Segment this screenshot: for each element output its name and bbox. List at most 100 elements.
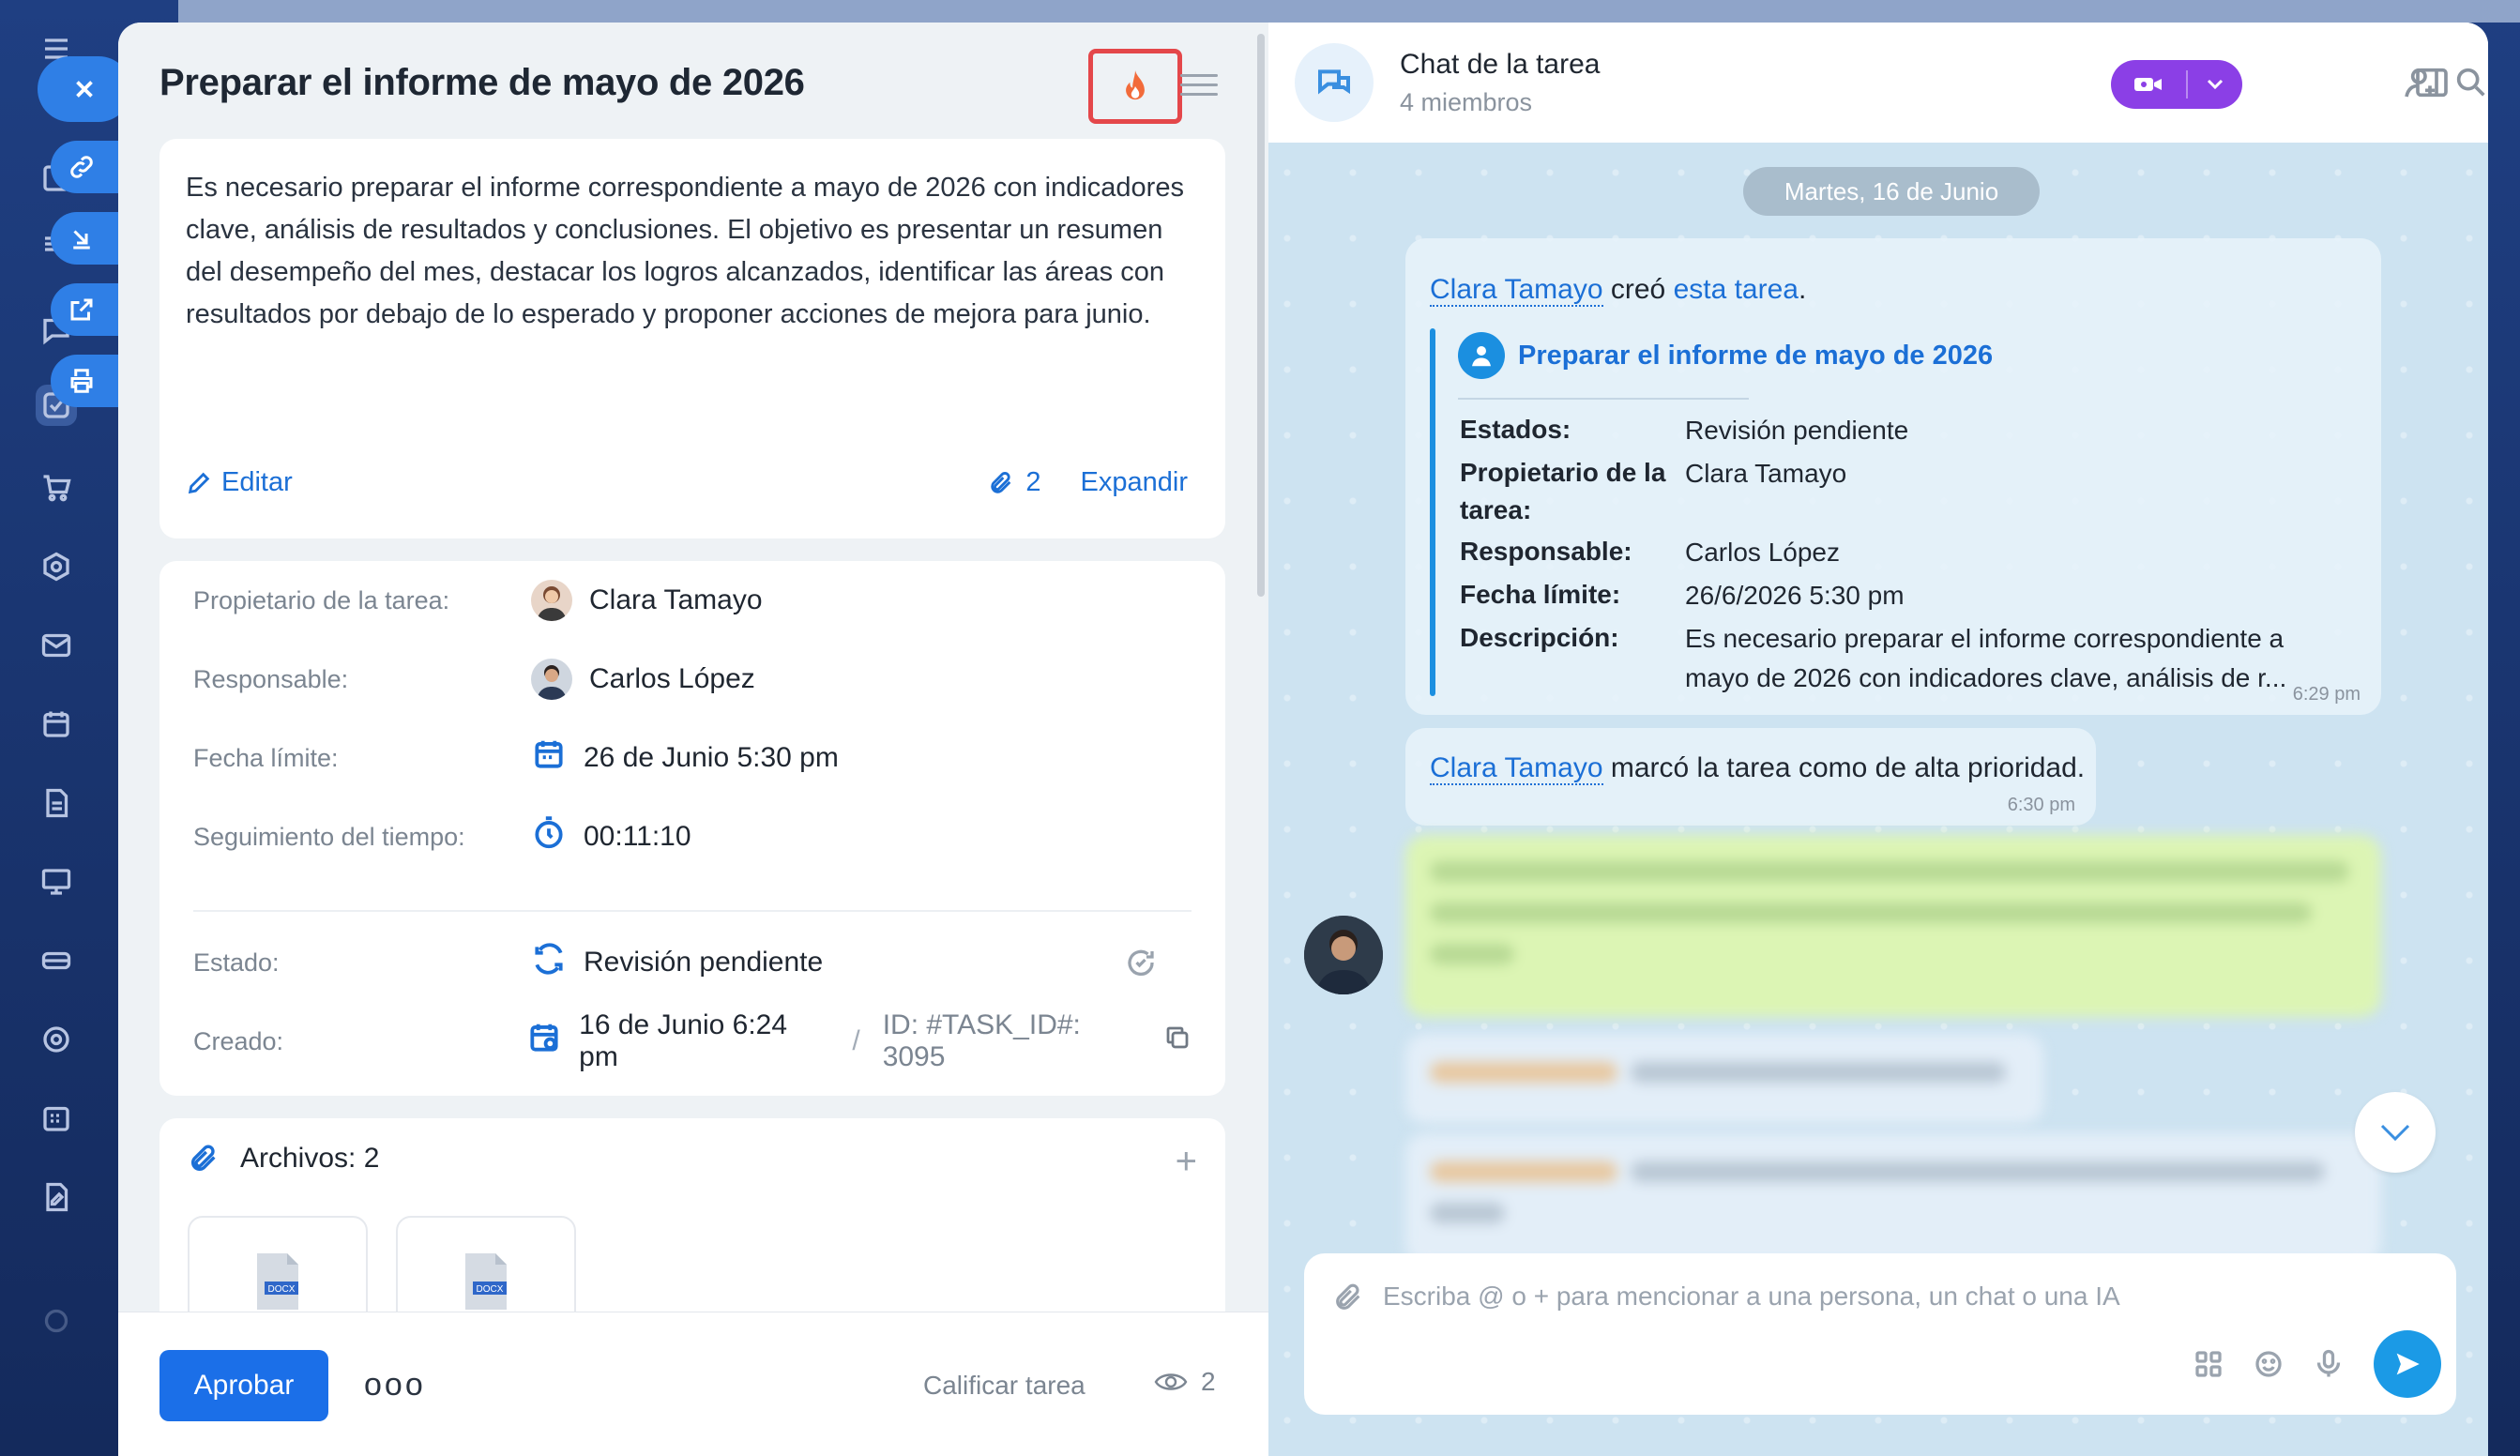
pencil-icon bbox=[188, 472, 210, 493]
eye-icon bbox=[1154, 1373, 1188, 1390]
attach-icon[interactable] bbox=[1332, 1282, 1364, 1318]
files-label: Archivos: 2 bbox=[240, 1143, 380, 1174]
created-label: Creado: bbox=[193, 1026, 284, 1055]
close-slider-button[interactable] bbox=[38, 56, 131, 122]
mail-icon[interactable] bbox=[36, 625, 77, 666]
send-button[interactable] bbox=[2374, 1330, 2441, 1398]
quote-key: Propietario de la tarea: bbox=[1460, 458, 1666, 524]
rate-task-button[interactable]: Calificar tarea bbox=[923, 1371, 1085, 1401]
background-window-strip bbox=[178, 0, 2520, 23]
paperclip-icon bbox=[991, 471, 1011, 493]
copy-icon[interactable] bbox=[1163, 1024, 1192, 1059]
quote-value: 26/6/2026 5:30 pm bbox=[1685, 581, 1905, 610]
author-link[interactable]: Clara Tamayo bbox=[1430, 752, 1603, 785]
video-call-dropdown[interactable] bbox=[2186, 70, 2242, 99]
time-tracking-row: Seguimiento del tiempo: 00:11:10 bbox=[193, 809, 1192, 865]
task-id: ID: #TASK_ID#: 3095 bbox=[882, 1009, 1081, 1072]
responsible-row: Responsable: Carlos López bbox=[193, 651, 1192, 707]
presentation-icon[interactable] bbox=[36, 861, 77, 902]
emoji-icon[interactable] bbox=[2252, 1347, 2285, 1386]
open-new-window-button[interactable] bbox=[51, 283, 122, 336]
responsible-name[interactable]: Carlos López bbox=[589, 663, 755, 695]
quote-value: Clara Tamayo bbox=[1685, 459, 1847, 488]
search-icon[interactable] bbox=[2452, 64, 2488, 101]
task-chat-pane: Chat de la tarea 4 miembros Martes, 16 d… bbox=[1268, 23, 2488, 1456]
quoted-task-title-text: Preparar el informe de mayo de 2026 bbox=[1518, 340, 1994, 371]
attachments-count[interactable]: 2 bbox=[1025, 467, 1040, 498]
quoted-task-title[interactable]: Preparar el informe de mayo de 2026 bbox=[1458, 332, 1993, 379]
add-file-button[interactable]: + bbox=[1176, 1141, 1197, 1183]
document-icon[interactable] bbox=[36, 782, 77, 824]
target-icon[interactable] bbox=[36, 1019, 77, 1060]
menu-icon[interactable] bbox=[1180, 68, 1218, 105]
task-fields-card: Propietario de la tarea: Clara Tamayo Re… bbox=[159, 561, 1225, 1096]
status-row: Estado: Revisión pendiente bbox=[193, 934, 1192, 991]
quote-key: Fecha límite: bbox=[1460, 580, 1621, 609]
link-icon bbox=[70, 156, 93, 178]
edit-label: Editar bbox=[221, 467, 293, 497]
copy-link-button[interactable] bbox=[51, 141, 122, 193]
created-value: 16 de Junio 6:24 pm bbox=[579, 1009, 788, 1072]
print-button[interactable] bbox=[51, 355, 122, 407]
stopwatch-icon bbox=[531, 815, 567, 858]
settings-icon[interactable] bbox=[36, 1300, 77, 1342]
status-value: Revisión pendiente bbox=[584, 947, 824, 978]
chat-title[interactable]: Chat de la tarea bbox=[1400, 49, 1600, 81]
apps-grid-icon[interactable] bbox=[2192, 1347, 2225, 1386]
hexagon-icon[interactable] bbox=[36, 546, 77, 587]
attachments-summary: 2 Expandir bbox=[988, 467, 1188, 498]
high-priority-toggle[interactable] bbox=[1088, 49, 1182, 124]
microphone-icon[interactable] bbox=[2312, 1347, 2345, 1386]
chat-bubbles-icon bbox=[1318, 69, 1350, 95]
task-link[interactable]: esta tarea bbox=[1674, 274, 1799, 305]
chevron-down-icon bbox=[2207, 79, 2224, 90]
calendar-icon[interactable] bbox=[36, 704, 77, 745]
responsible-avatar[interactable] bbox=[531, 659, 572, 700]
task-footer: Aprobar ooo Calificar tarea 2 bbox=[118, 1312, 1268, 1456]
video-call-button[interactable] bbox=[2111, 60, 2242, 109]
time-tracking-label: Seguimiento del tiempo: bbox=[193, 822, 465, 851]
chat-members[interactable]: 4 miembros bbox=[1400, 88, 1532, 117]
external-link-icon bbox=[70, 298, 93, 321]
edit-button[interactable]: Editar bbox=[186, 467, 293, 498]
message-input[interactable]: Escriba @ o + para mencionar a una perso… bbox=[1383, 1282, 2120, 1312]
minimize-button[interactable] bbox=[51, 212, 122, 265]
owner-name[interactable]: Clara Tamayo bbox=[589, 584, 763, 616]
grid-calendar-icon[interactable] bbox=[36, 1098, 77, 1139]
docx-file-icon: DOCX bbox=[257, 1253, 298, 1310]
quote-key: Descripción: bbox=[1460, 623, 1619, 652]
status-label: Estado: bbox=[193, 948, 280, 977]
id-separator: / bbox=[852, 1025, 860, 1056]
refresh-status-icon bbox=[531, 941, 567, 984]
status-history-icon[interactable] bbox=[1124, 934, 1158, 991]
approve-button[interactable]: Aprobar bbox=[159, 1350, 328, 1421]
responsible-label: Responsable: bbox=[193, 664, 349, 693]
viewers-button[interactable]: 2 bbox=[1154, 1367, 1216, 1397]
owner-avatar[interactable] bbox=[531, 580, 572, 621]
quote-divider bbox=[1458, 398, 1749, 400]
time-tracking-value[interactable]: 00:11:10 bbox=[584, 821, 691, 853]
message-time: 6:29 pm bbox=[2292, 684, 2361, 705]
author-link[interactable]: Clara Tamayo bbox=[1430, 274, 1603, 307]
scroll-to-bottom-button[interactable] bbox=[2355, 1092, 2436, 1173]
file-edit-icon[interactable] bbox=[36, 1176, 77, 1218]
message-composer[interactable]: Escriba @ o + para mencionar a una perso… bbox=[1304, 1253, 2456, 1415]
created-row: Creado: 16 de Junio 6:24 pm / ID: #TASK_… bbox=[193, 1009, 1192, 1072]
quote-value: Es necesario preparar el informe corresp… bbox=[1685, 624, 2287, 692]
task-scrollbar[interactable] bbox=[1257, 34, 1265, 597]
blurred-message bbox=[1405, 1034, 2043, 1124]
drive-icon[interactable] bbox=[36, 940, 77, 981]
quote-key: Estados: bbox=[1460, 415, 1571, 444]
expand-button[interactable]: Expandir bbox=[1081, 467, 1188, 498]
quote-value: Revisión pendiente bbox=[1685, 416, 1909, 445]
more-actions-button[interactable]: ooo bbox=[364, 1367, 426, 1403]
message-end: . bbox=[1798, 274, 1807, 305]
deadline-row: Fecha límite: 26 de Junio 5:30 pm bbox=[193, 730, 1192, 786]
file-badge: DOCX bbox=[268, 1284, 296, 1295]
sidebar-toggle-icon[interactable] bbox=[2413, 64, 2451, 101]
docx-file-icon: DOCX bbox=[465, 1253, 507, 1310]
cart-icon[interactable] bbox=[36, 467, 77, 508]
chevron-down-icon bbox=[2380, 1124, 2410, 1142]
send-icon bbox=[2396, 1353, 2420, 1375]
deadline-value[interactable]: 26 de Junio 5:30 pm bbox=[584, 742, 839, 774]
